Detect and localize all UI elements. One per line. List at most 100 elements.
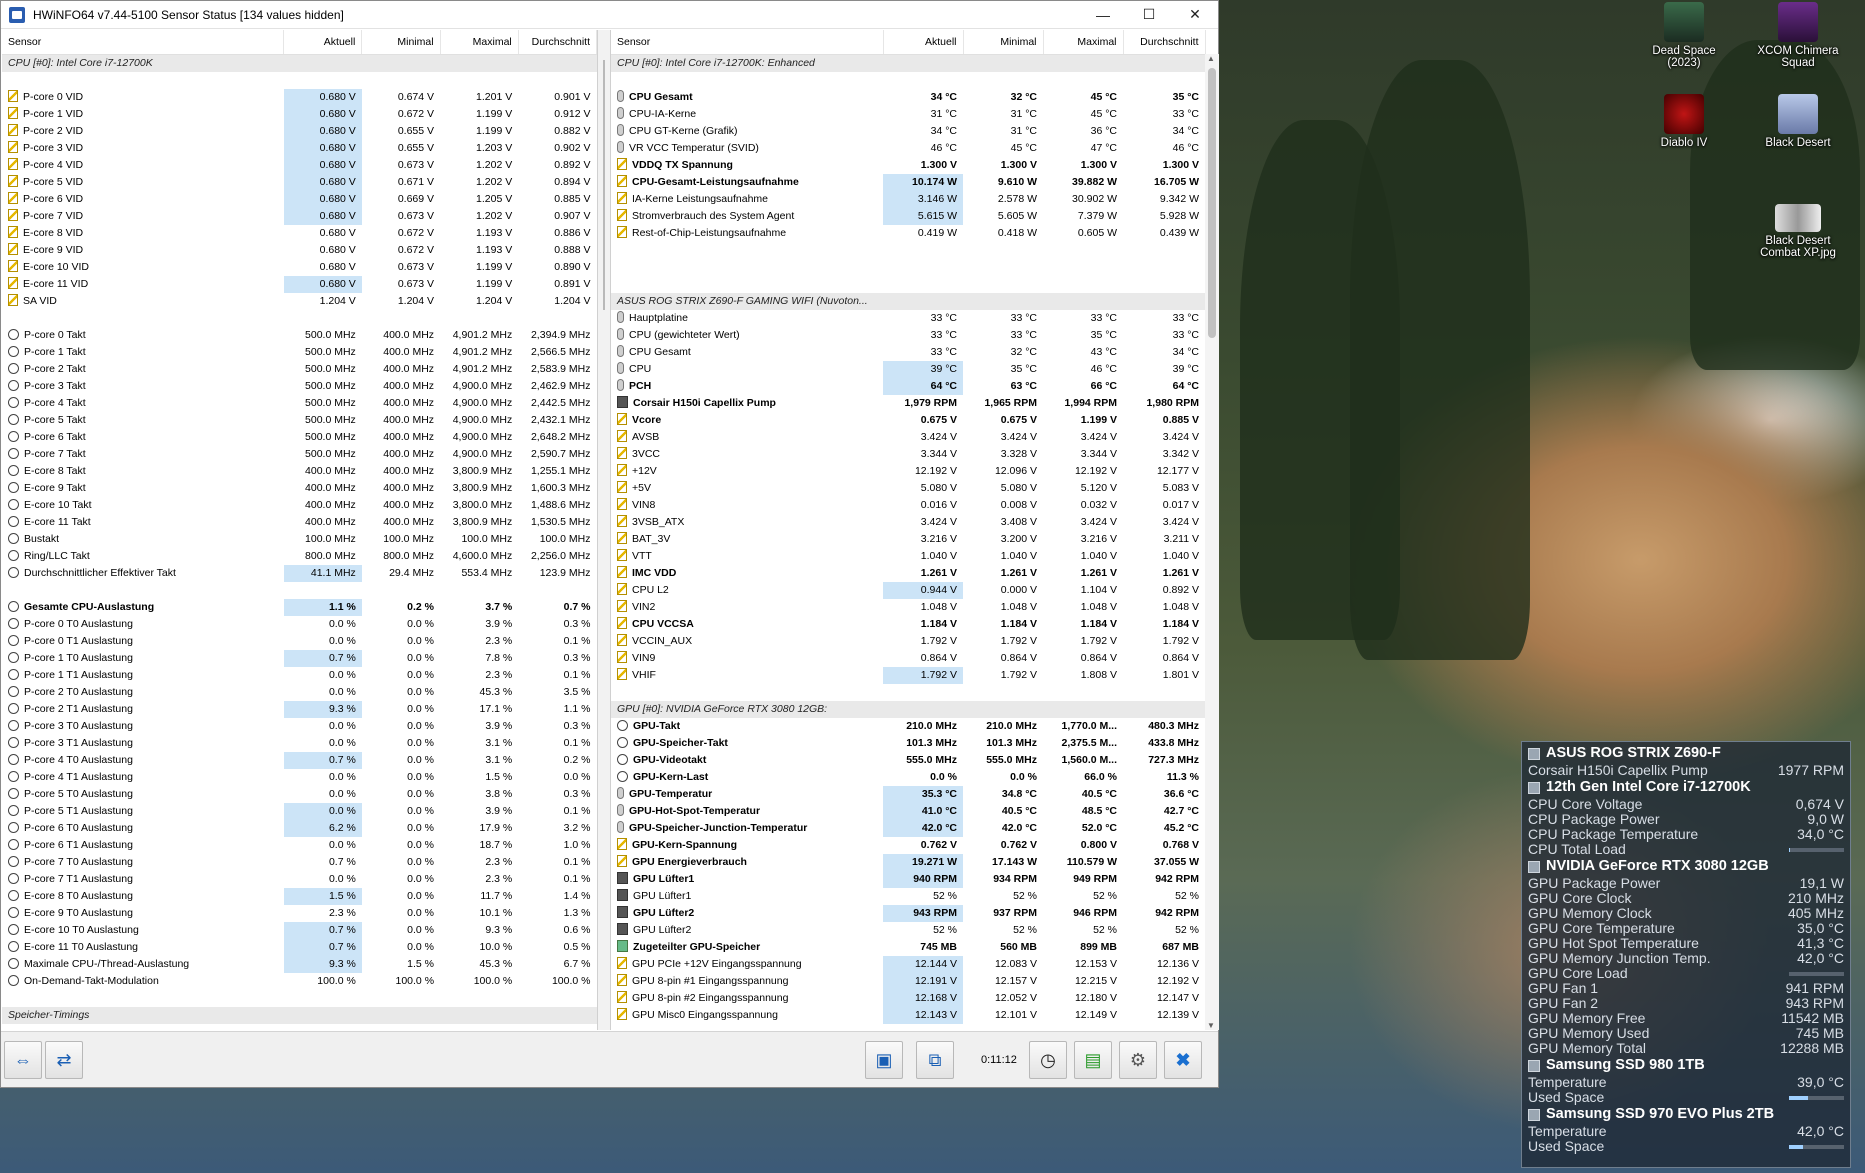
table-row[interactable]: P-core 6 T1 Auslastung 0.0 % 0.0 % 18.7 % 1.… [2, 837, 597, 854]
table-row[interactable]: GPU-Videotakt 555.0 MHz 555.0 MHz 1,560.0 M… [611, 752, 1205, 769]
table-row[interactable]: E-core 10 T0 Auslastung 0.7 % 0.0 % 9.3 % 0.… [2, 921, 597, 939]
column-header-max[interactable]: Maximal [440, 30, 519, 55]
table-row[interactable]: P-core 1 T1 Auslastung 0.0 % 0.0 % 2.3 % 0.1… [2, 667, 597, 684]
table-row[interactable]: GPU PCIe +12V Eingangsspannung 12.144 V 12… [611, 955, 1205, 973]
table-row[interactable]: SA VID 1.204 V 1.204 V 1.204 V 1.204 V [2, 293, 597, 310]
table-row[interactable]: P-core 2 T0 Auslastung 0.0 % 0.0 % 45.3 % 3.… [2, 684, 597, 701]
table-row[interactable]: +5V 5.080 V 5.080 V 5.120 V 5.083 V [611, 480, 1205, 497]
table-row[interactable]: Gesamte CPU-Auslastung 1.1 % 0.2 % 3.7 % 0.7… [2, 598, 597, 616]
table-row[interactable]: VCCIN_AUX 1.792 V 1.792 V 1.792 V 1.792 V [611, 633, 1205, 650]
settings-button[interactable]: ⚙ [1119, 1041, 1157, 1079]
logging-button[interactable]: ▤ [1074, 1041, 1112, 1079]
table-row[interactable]: BAT_3V 3.216 V 3.200 V 3.216 V 3.211 V [611, 531, 1205, 548]
scroll-up-arrow-icon[interactable]: ▲ [1207, 54, 1215, 63]
table-row[interactable]: P-core 7 VID 0.680 V 0.673 V 1.202 V 0.907 V [2, 207, 597, 225]
table-row[interactable]: P-core 2 VID 0.680 V 0.655 V 1.199 V 0.882 V [2, 122, 597, 140]
table-row[interactable]: GPU Lüfter1 52 % 52 % 52 % 52 % [611, 888, 1205, 905]
close-sensors-button[interactable]: ✖ [1164, 1041, 1202, 1079]
sensor-pane-right[interactable]: Sensor Aktuell Minimal Maximal Durchschn… [611, 30, 1219, 1030]
table-row[interactable]: CPU Gesamt 34 °C 32 °C 45 °C 35 °C [611, 89, 1205, 106]
table-row[interactable]: IMC VDD 1.261 V 1.261 V 1.261 V 1.261 V [611, 565, 1205, 582]
table-row[interactable]: P-core 6 T0 Auslastung 6.2 % 0.0 % 17.9 % 3.… [2, 819, 597, 837]
table-row[interactable]: GPU-Hot-Spot-Temperatur 41.0 °C 40.5 °C 48.… [611, 802, 1205, 820]
table-row[interactable]: Rest-of-Chip-Leistungsaufnahme 0.419 W 0.4… [611, 225, 1205, 242]
table-row[interactable]: E-core 9 Takt 400.0 MHz 400.0 MHz 3,800.9 M… [2, 480, 597, 497]
column-header-current[interactable]: Aktuell [283, 30, 363, 55]
sensor-group-header[interactable]: CPU [#0]: Intel Core i7-12700K [2, 54, 597, 72]
column-header-min[interactable]: Minimal [361, 30, 441, 55]
table-row[interactable]: 3VSB_ATX 3.424 V 3.408 V 3.424 V 3.424 V [611, 514, 1205, 531]
table-row[interactable]: P-core 5 T1 Auslastung 0.0 % 0.0 % 3.9 % 0.1… [2, 802, 597, 820]
expand-arrows-button[interactable]: ⇔ [4, 1041, 42, 1079]
column-header-current[interactable]: Aktuell [883, 30, 964, 55]
maximize-button[interactable]: ☐ [1126, 1, 1172, 29]
table-row[interactable]: P-core 4 T1 Auslastung 0.0 % 0.0 % 1.5 % 0.0… [2, 769, 597, 786]
table-row[interactable]: GPU-Takt 210.0 MHz 210.0 MHz 1,770.0 M... 48… [611, 718, 1205, 735]
reset-clock-button[interactable]: ◷ [1029, 1041, 1067, 1079]
scrollbar-thumb[interactable] [1208, 68, 1216, 338]
table-row[interactable]: CPU-Gesamt-Leistungsaufnahme 10.174 W 9.61… [611, 173, 1205, 191]
minimize-button[interactable]: — [1080, 1, 1126, 29]
table-row[interactable]: P-core 7 T1 Auslastung 0.0 % 0.0 % 2.3 % 0.1… [2, 871, 597, 888]
table-row[interactable]: CPU GT-Kerne (Grafik) 34 °C 31 °C 36 °C 34 °… [611, 123, 1205, 140]
table-row[interactable]: VIN2 1.048 V 1.048 V 1.048 V 1.048 V [611, 599, 1205, 616]
collapse-arrows-button[interactable]: ⇄ [45, 1041, 83, 1079]
table-row[interactable]: P-core 2 T1 Auslastung 9.3 % 0.0 % 17.1 % 1.… [2, 700, 597, 718]
desktop-icon-xcom[interactable]: XCOM Chimera Squad [1752, 2, 1844, 69]
close-button[interactable]: ✕ [1172, 1, 1218, 29]
table-row[interactable]: GPU-Temperatur 35.3 °C 34.8 °C 40.5 °C 36.6 … [611, 785, 1205, 803]
table-row[interactable]: P-core 4 T0 Auslastung 0.7 % 0.0 % 3.1 % 0.2… [2, 751, 597, 769]
table-row[interactable]: E-core 8 VID 0.680 V 0.672 V 1.193 V 0.886 V [2, 225, 597, 242]
table-row[interactable]: P-core 6 Takt 500.0 MHz 400.0 MHz 4,900.0 M… [2, 429, 597, 446]
table-row[interactable]: VR VCC Temperatur (SVID) 46 °C 45 °C 47 °C 4… [611, 140, 1205, 157]
table-row[interactable]: P-core 0 Takt 500.0 MHz 400.0 MHz 4,901.2 M… [2, 327, 597, 344]
table-row[interactable]: Maximale CPU-/Thread-Auslastung 9.3 % 1.5 … [2, 955, 597, 973]
table-row[interactable]: +12V 12.192 V 12.096 V 12.192 V 12.177 V [611, 463, 1205, 480]
table-row[interactable]: Corsair H150i Capellix Pump 1,979 RPM 1,96… [611, 395, 1205, 412]
table-row[interactable]: Hauptplatine 33 °C 33 °C 33 °C 33 °C [611, 310, 1205, 327]
table-row[interactable]: P-core 3 VID 0.680 V 0.655 V 1.203 V 0.902 V [2, 139, 597, 157]
column-header-avg[interactable]: Durchschnitt [1123, 30, 1206, 55]
sensor-group-header[interactable]: Speicher-Timings [2, 1006, 597, 1024]
table-row[interactable]: P-core 4 Takt 500.0 MHz 400.0 MHz 4,900.0 M… [2, 395, 597, 412]
table-row[interactable]: CPU (gewichteter Wert) 33 °C 33 °C 35 °C 33 … [611, 327, 1205, 344]
table-row[interactable]: AVSB 3.424 V 3.424 V 3.424 V 3.424 V [611, 429, 1205, 446]
table-row[interactable]: Ring/LLC Takt 800.0 MHz 800.0 MHz 4,600.0 M… [2, 548, 597, 565]
desktop-icon-black-desert-jpg[interactable]: Black Desert Combat XP.jpg [1752, 204, 1844, 259]
network-button[interactable]: ⧉ [916, 1041, 954, 1079]
table-row[interactable]: E-core 9 VID 0.680 V 0.672 V 1.193 V 0.888 V [2, 242, 597, 259]
table-row[interactable]: GPU Energieverbrauch 19.271 W 17.143 W 110.… [611, 853, 1205, 871]
table-row[interactable]: P-core 1 T0 Auslastung 0.7 % 0.0 % 7.8 % 0.3… [2, 649, 597, 667]
table-row[interactable]: GPU-Kern-Spannung 0.762 V 0.762 V 0.800 V 0.… [611, 837, 1205, 854]
table-row[interactable]: E-core 10 VID 0.680 V 0.673 V 1.199 V 0.890 … [2, 259, 597, 276]
table-row[interactable]: On-Demand-Takt-Modulation 100.0 % 100.0 % 1… [2, 973, 597, 990]
table-row[interactable]: P-core 0 T0 Auslastung 0.0 % 0.0 % 3.9 % 0.3… [2, 616, 597, 633]
table-row[interactable]: VDDQ TX Spannung 1.300 V 1.300 V 1.300 V 1.3… [611, 157, 1205, 174]
table-row[interactable]: E-core 11 Takt 400.0 MHz 400.0 MHz 3,800.9 … [2, 514, 597, 531]
column-header-avg[interactable]: Durchschnitt [518, 30, 597, 55]
table-row[interactable]: E-core 11 VID 0.680 V 0.673 V 1.199 V 0.891 … [2, 275, 597, 293]
table-row[interactable]: P-core 1 VID 0.680 V 0.672 V 1.199 V 0.912 V [2, 105, 597, 123]
desktop-icon-black-desert[interactable]: Black Desert [1752, 94, 1844, 149]
table-row[interactable]: Vcore 0.675 V 0.675 V 1.199 V 0.885 V [611, 412, 1205, 429]
table-row[interactable]: GPU Lüfter1 940 RPM 934 RPM 949 RPM 942 RPM [611, 870, 1205, 888]
table-row[interactable]: CPU L2 0.944 V 0.000 V 1.104 V 0.892 V [611, 581, 1205, 599]
pane-splitter[interactable] [597, 30, 611, 1030]
table-row[interactable]: PCH 64 °C 63 °C 66 °C 64 °C [611, 377, 1205, 395]
table-row[interactable]: E-core 8 T0 Auslastung 1.5 % 0.0 % 11.7 % 1.… [2, 887, 597, 905]
table-row[interactable]: GPU 8-pin #1 Eingangsspannung 12.191 V 12.… [611, 972, 1205, 990]
table-row[interactable]: GPU Lüfter2 943 RPM 937 RPM 946 RPM 942 RPM [611, 904, 1205, 922]
table-row[interactable]: P-core 5 VID 0.680 V 0.671 V 1.202 V 0.894 V [2, 173, 597, 191]
report-button[interactable]: ▣ [865, 1041, 903, 1079]
table-row[interactable]: CPU-IA-Kerne 31 °C 31 °C 45 °C 33 °C [611, 106, 1205, 123]
sensor-group-header[interactable]: CPU [#0]: Intel Core i7-12700K: Enhanced [611, 54, 1205, 72]
table-row[interactable]: P-core 0 VID 0.680 V 0.674 V 1.201 V 0.901 V [2, 88, 597, 106]
table-row[interactable]: E-core 11 T0 Auslastung 0.7 % 0.0 % 10.0 % 0… [2, 938, 597, 956]
table-row[interactable]: GPU-Speicher-Junction-Temperatur 42.0 °C 4… [611, 819, 1205, 837]
title-bar[interactable]: HWiNFO64 v7.44-5100 Sensor Status [134 v… [1, 1, 1218, 29]
table-row[interactable]: P-core 7 Takt 500.0 MHz 400.0 MHz 4,900.0 M… [2, 446, 597, 463]
desktop-icon-diablo[interactable]: Diablo IV [1638, 94, 1730, 149]
table-row[interactable]: CPU VCCSA 1.184 V 1.184 V 1.184 V 1.184 V [611, 616, 1205, 633]
table-row[interactable]: P-core 5 Takt 500.0 MHz 400.0 MHz 4,900.0 M… [2, 412, 597, 429]
table-row[interactable]: CPU Gesamt 33 °C 32 °C 43 °C 34 °C [611, 344, 1205, 361]
